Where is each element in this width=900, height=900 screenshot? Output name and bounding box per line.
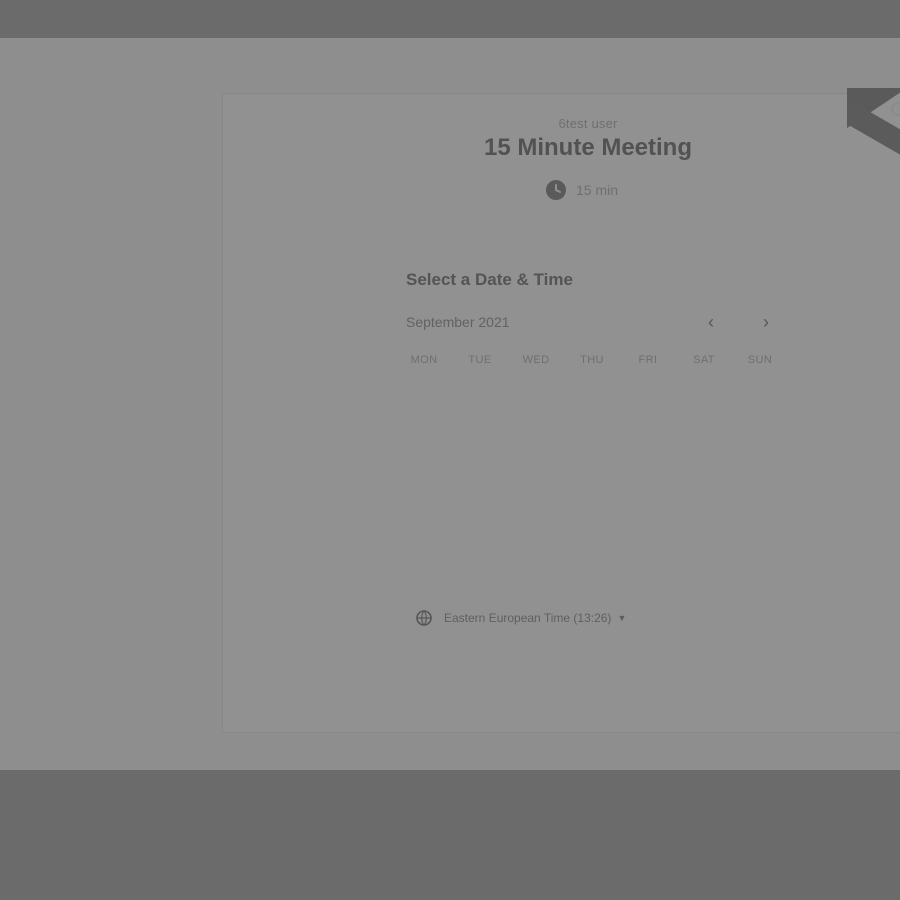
scheduling-overlay: 6test user 15 Minute Meeting 15 min Sele… <box>0 38 900 770</box>
bottom-browser-area <box>0 770 900 900</box>
clock-icon <box>546 180 566 200</box>
weekday-fri: FRI <box>638 354 658 366</box>
ribbon-logo-icon <box>891 102 900 116</box>
weekday-wed: WED <box>522 354 550 366</box>
caret-down-icon: ▼ <box>617 613 627 623</box>
next-month-button[interactable]: › <box>754 308 778 336</box>
weekday-mon: MON <box>410 354 438 366</box>
weekday-sun: SUN <box>747 354 773 366</box>
weekday-thu: THU <box>580 354 604 366</box>
timezone-label: Eastern European Time (13:26) <box>444 611 612 625</box>
previous-month-button[interactable]: ‹ <box>699 308 723 336</box>
timezone-selector[interactable]: Eastern European Time (13:26) ▼ <box>416 610 626 626</box>
weekday-tue: TUE <box>468 354 492 366</box>
top-browser-chrome <box>0 0 900 38</box>
select-date-time-heading: Select a Date & Time <box>406 270 573 289</box>
globe-icon <box>416 610 432 626</box>
event-duration: 15 min <box>546 178 618 202</box>
duration-label: 15 min <box>576 182 619 198</box>
event-owner-name: 6test user <box>558 116 618 131</box>
weekday-sat: SAT <box>693 354 715 366</box>
calendar-month-label: September 2021 <box>406 314 510 330</box>
event-title: 15 Minute Meeting <box>483 134 693 161</box>
weekday-header: MON TUE WED THU FRI SAT SUN <box>400 354 784 366</box>
chevron-right-icon: › <box>763 311 769 332</box>
chevron-left-icon: ‹ <box>708 311 714 332</box>
